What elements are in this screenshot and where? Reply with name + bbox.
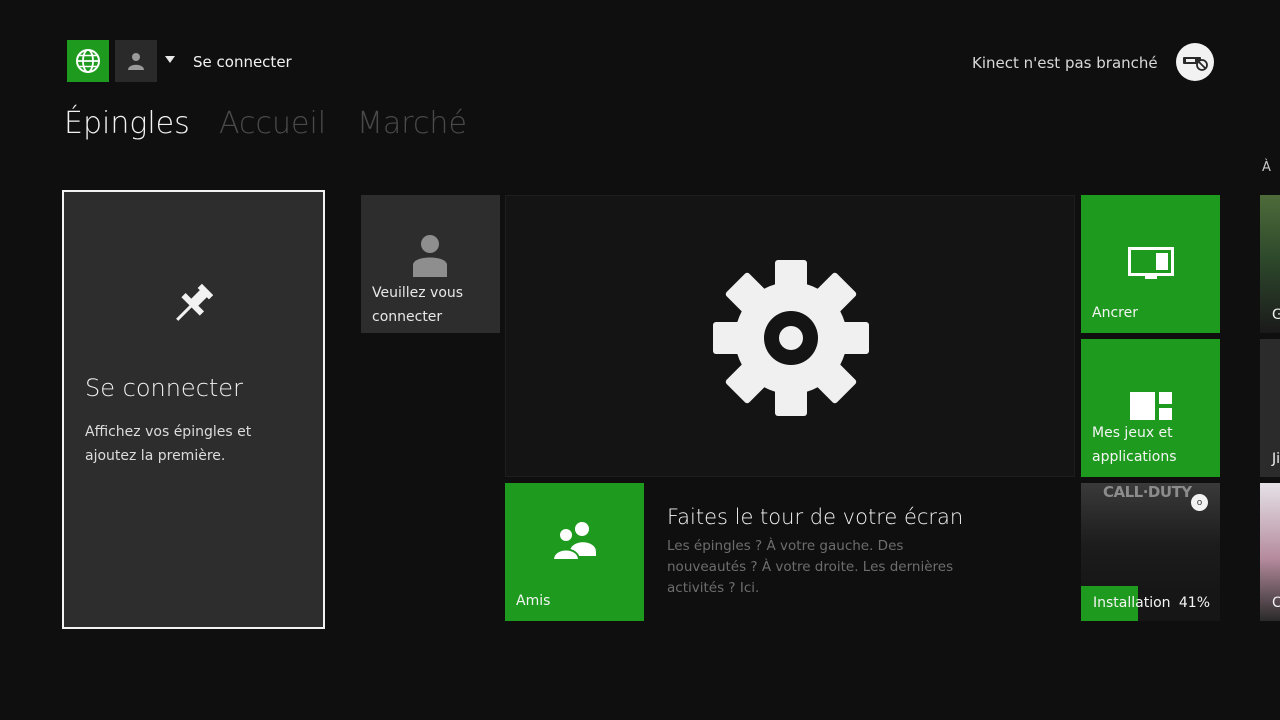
game-install-tile[interactable]: CALL·DUTY o Installation 41% (1081, 483, 1220, 621)
user-avatar-button[interactable] (115, 40, 157, 82)
person-icon (128, 53, 144, 70)
signin-profile-tile[interactable]: Veuillez vous connecter (361, 195, 500, 333)
profile-tile-label: Veuillez vous connecter (372, 285, 464, 325)
whats-new-tile-2[interactable]: Ji (1260, 339, 1280, 477)
apps-grid-icon (1130, 392, 1172, 424)
tab-pins[interactable]: Épingles (64, 106, 190, 141)
friends-icon (551, 520, 598, 564)
pins-title: Se connecter (85, 374, 243, 402)
install-label: Installation (1093, 595, 1171, 611)
settings-tile[interactable] (505, 195, 1075, 477)
kinect-status: Kinect n'est pas branché (972, 54, 1158, 72)
peek-tile-label: Ji (1272, 451, 1280, 467)
person-icon (411, 233, 449, 281)
chevron-down-icon[interactable] (165, 56, 175, 63)
peek-tile-label: C (1272, 595, 1280, 611)
tour-description: Les épingles ? À votre gauche. Des nouve… (667, 538, 954, 596)
snap-tile-label: Ancrer (1092, 305, 1138, 321)
install-progress-bar: Installation 41% (1081, 586, 1220, 621)
pin-icon (164, 277, 220, 337)
queue-badge-text: o (1196, 497, 1203, 508)
tab-store[interactable]: Marché (357, 106, 467, 141)
kinect-disconnected-icon (1183, 57, 1208, 71)
queue-badge: o (1191, 494, 1208, 511)
friends-tile-label: Amis (516, 593, 551, 609)
install-percent: 41% (1178, 595, 1210, 611)
peek-tile-label: G (1272, 307, 1280, 323)
friends-tile[interactable]: Amis (505, 483, 644, 621)
my-games-apps-tile[interactable]: Mes jeux et applications (1081, 339, 1220, 477)
whats-new-tile-1[interactable]: G (1260, 195, 1280, 333)
game-cover-title: CALL·DUTY (1103, 483, 1192, 501)
my-games-apps-label: Mes jeux et applications (1092, 425, 1177, 465)
globe-icon (76, 49, 100, 73)
whats-new-tile-3[interactable]: C (1260, 483, 1280, 621)
gear-icon (711, 258, 871, 422)
pins-signin-tile[interactable]: Se connecter Affichez vos épingles et aj… (62, 190, 325, 629)
section-header: À L (1262, 160, 1280, 175)
globe-button[interactable] (67, 40, 109, 82)
pins-description: Affichez vos épingles et ajoutez la prem… (85, 424, 252, 464)
monitor-icon (1128, 247, 1174, 285)
signin-link[interactable]: Se connecter (193, 53, 292, 71)
tour-title[interactable]: Faites le tour de votre écran (667, 505, 963, 529)
tab-home[interactable]: Accueil (219, 106, 326, 141)
snap-tile[interactable]: Ancrer (1081, 195, 1220, 333)
kinect-status-button[interactable] (1176, 43, 1214, 81)
